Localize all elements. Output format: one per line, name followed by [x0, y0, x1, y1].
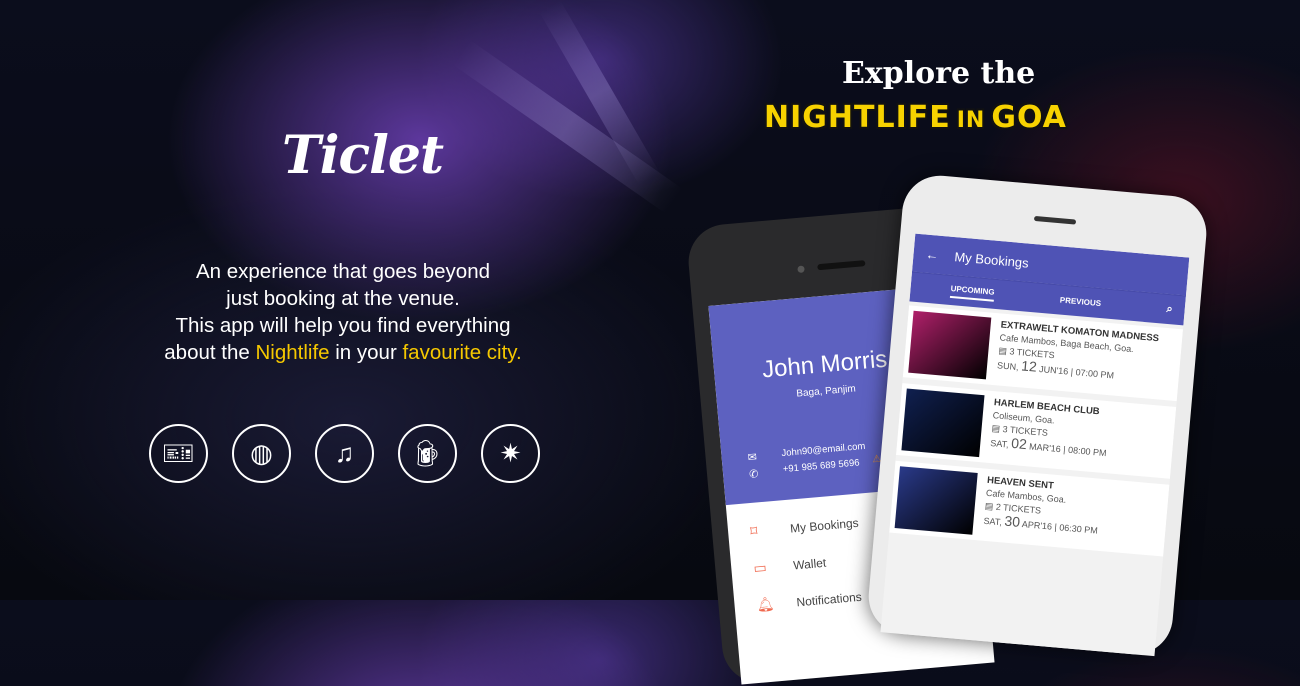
profile-location: Baga, Panjim — [795, 383, 857, 400]
camera — [797, 265, 805, 274]
event-day: SAT, — [989, 438, 1010, 450]
headline-word: GOA — [991, 100, 1067, 135]
event-poster — [901, 388, 985, 458]
phone-icon: ✆ — [748, 468, 759, 481]
wallet-icon: ▭ — [752, 558, 768, 576]
event-day: SAT, — [983, 515, 1003, 528]
ticket-icon: 🎫︎ — [149, 424, 208, 483]
menu-label: My Bookings — [789, 515, 860, 536]
feature-icons: 🎫︎ ◍ ♫ 🍺︎ ✷ — [149, 424, 540, 483]
disco-ball-icon: ◍ — [232, 424, 291, 483]
ticket-icon: ⌑ — [749, 522, 759, 540]
event-time: 07:00 PM — [1075, 367, 1115, 381]
back-arrow-icon[interactable]: ← — [925, 246, 939, 262]
event-time: 08:00 PM — [1067, 444, 1107, 459]
profile-name: John Morris — [760, 345, 889, 384]
beer-mug-icon: 🍺︎ — [398, 424, 457, 483]
mail-icon: ✉ — [747, 451, 758, 465]
event-date: 30 — [1003, 512, 1021, 530]
highlight: Nightlife — [255, 341, 330, 364]
booking-list: EXTRAWELT KOMATON MADNESS Cafe Mambos, B… — [889, 301, 1184, 557]
event-date: 02 — [1010, 434, 1028, 453]
speaker — [1033, 215, 1077, 225]
stage-light — [452, 40, 683, 214]
screen-title: My Bookings — [953, 248, 1030, 271]
tagline-line: An experience that goes beyond — [195, 260, 491, 283]
event-month: MAR'16 — [1028, 441, 1062, 455]
headline-word: IN — [956, 108, 986, 133]
search-icon[interactable]: ⌕ — [1166, 303, 1173, 316]
menu-label: Wallet — [792, 555, 827, 573]
event-poster — [894, 466, 978, 535]
tagline: An experience that goes beyond just book… — [113, 258, 573, 366]
event-poster — [908, 310, 992, 380]
profile-phone: +91 985 689 5696 — [782, 457, 860, 476]
profile-email: John90@email.com — [781, 440, 866, 460]
bookings-screen: ← My Bookings UPCOMING PREVIOUS ⌕ EXTRAWE… — [880, 233, 1190, 657]
booking-details: EXTRAWELT KOMATON MADNESS Cafe Mambos, B… — [996, 319, 1160, 381]
logo: Ticlet — [282, 125, 444, 186]
event-date: 12 — [1020, 357, 1038, 375]
tagline-line: just booking at the venue. — [226, 287, 460, 310]
event-month: JUN'16 — [1038, 363, 1069, 377]
text: in your — [329, 341, 403, 364]
tab-previous[interactable]: PREVIOUS — [1059, 296, 1101, 309]
music-note-icon: ♫ — [315, 424, 374, 483]
booking-details: HEAVEN SENT Cafe Mambos, Goa. ▤ 2 TICKET… — [982, 474, 1102, 546]
menu-label: Notifications — [795, 589, 863, 609]
headline-top: Explore the — [842, 56, 1036, 91]
phone-bookings: ← My Bookings UPCOMING PREVIOUS ⌕ EXTRAWE… — [865, 172, 1210, 658]
event-month: APR'16 — [1021, 519, 1053, 532]
fireworks-icon: ✷ — [481, 424, 540, 483]
headline-main: NIGHTLIFE IN GOA — [764, 100, 1067, 135]
highlight: favourite city. — [402, 341, 522, 364]
speaker — [817, 260, 866, 271]
tab-upcoming[interactable]: UPCOMING — [949, 283, 995, 302]
tagline-line: about the Nightlife in your favourite ci… — [113, 339, 573, 366]
event-time: 06:30 PM — [1058, 522, 1099, 536]
booking-details: HARLEM BEACH CLUB Coliseum, Goa. ▤ 3 TIC… — [989, 396, 1111, 468]
tagline-line: This app will help you find everything — [175, 314, 511, 337]
bell-icon: 🔔︎ — [755, 595, 776, 613]
event-day: SUN, — [996, 360, 1020, 373]
text: about the — [164, 341, 256, 364]
headline-word: NIGHTLIFE — [764, 100, 951, 135]
